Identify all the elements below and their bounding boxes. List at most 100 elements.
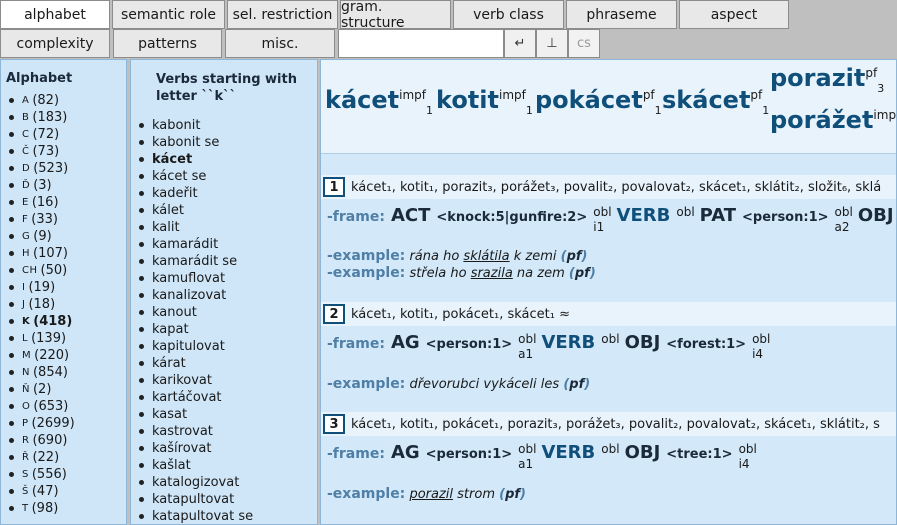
bullet-icon (9, 251, 14, 256)
alphabet-item[interactable]: M (220) (9, 347, 126, 364)
frame-number[interactable]: 2 (323, 304, 345, 324)
alphabet-count: (18) (28, 297, 56, 312)
headword[interactable]: skácetpf1 (662, 86, 769, 117)
alphabet-letter: I (22, 282, 26, 293)
tab-alphabet[interactable]: alphabet (0, 0, 110, 29)
example-line: -example: porazil strom (pf) (327, 486, 526, 502)
enter-button[interactable]: ↵ (504, 29, 536, 58)
alphabet-item[interactable]: O (653) (9, 398, 126, 415)
alphabet-count: (72) (32, 127, 60, 142)
tab-verb-class[interactable]: verb class (453, 0, 564, 29)
verb-item[interactable]: karikovat (139, 372, 317, 389)
verb-item[interactable]: kašírovat (139, 440, 317, 457)
alphabet-item[interactable]: D (523) (9, 160, 126, 177)
alphabet-item[interactable]: B (183) (9, 109, 126, 126)
alphabet-count: (82) (32, 93, 60, 108)
case-sensitive-button[interactable]: cs (568, 29, 600, 58)
alphabet-item[interactable]: F (33) (9, 211, 126, 228)
tab-patterns[interactable]: patterns (113, 29, 222, 58)
verb-label: kárat (152, 356, 186, 371)
verb-item[interactable]: kácet se (139, 168, 317, 185)
bullet-icon (9, 285, 14, 290)
alphabet-item[interactable]: I (19) (9, 279, 126, 296)
alphabet-item[interactable]: N (854) (9, 364, 126, 381)
alphabet-item[interactable]: Š (47) (9, 483, 126, 500)
alphabet-item[interactable]: C (72) (9, 126, 126, 143)
alphabet-item[interactable]: Ď (3) (9, 177, 126, 194)
verb-item[interactable]: kárat (139, 355, 317, 372)
verb-item[interactable]: katalogizovat (139, 474, 317, 491)
verb-item[interactable]: kapat (139, 321, 317, 338)
alphabet-item[interactable]: E (16) (9, 194, 126, 211)
alphabet-item[interactable]: L (139) (9, 330, 126, 347)
slot-annotation: obl a1 (518, 442, 537, 471)
verb-item[interactable]: kamarádit (139, 236, 317, 253)
verb-item[interactable]: kastrovat (139, 423, 317, 440)
perpendicular-button[interactable]: ⊥ (536, 29, 568, 58)
headword[interactable]: pokácetpf1 (535, 86, 662, 117)
verb-item[interactable]: kamarádit se (139, 253, 317, 270)
headword[interactable]: kácetimpf1 (325, 86, 433, 117)
verb-item[interactable]: kašlat (139, 457, 317, 474)
headword[interactable]: porazitpf3 (770, 64, 884, 95)
verb-item[interactable]: kabonit se (139, 134, 317, 151)
tab-misc[interactable]: misc. (225, 29, 335, 58)
alphabet-item[interactable]: S (556) (9, 466, 126, 483)
alphabet-letter: D (22, 163, 31, 174)
frame-number[interactable]: 1 (323, 177, 345, 197)
alphabet-item[interactable]: T (98) (9, 500, 126, 517)
tab-sel-restriction[interactable]: sel. restriction (227, 0, 338, 29)
alphabet-count: (19) (28, 280, 56, 295)
alphabet-count: (98) (31, 501, 59, 516)
verb-item[interactable]: kabonit (139, 117, 317, 134)
tab-semantic-role[interactable]: semantic role (112, 0, 225, 29)
alphabet-letter: Ď (22, 180, 31, 191)
example-text: dřevorubci vykáceli les (pf) (409, 377, 591, 392)
verb-item[interactable]: kalit (139, 219, 317, 236)
alphabet-count: (73) (32, 144, 60, 159)
bullet-icon (139, 463, 144, 468)
verb-item[interactable]: kadeřit (139, 185, 317, 202)
alphabet-item[interactable]: R (690) (9, 432, 126, 449)
slot-annotation: obl i1 (593, 205, 612, 234)
alphabet-item[interactable]: G (9) (9, 228, 126, 245)
alphabet-item[interactable]: Ň (2) (9, 381, 126, 398)
verb-item[interactable]: katapultovat (139, 491, 317, 508)
alphabet-item[interactable]: J (18) (9, 296, 126, 313)
verb-item[interactable]: kasat (139, 406, 317, 423)
alphabet-item[interactable]: K (418) (9, 313, 126, 330)
verb-label: kanout (152, 305, 197, 320)
alphabet-item[interactable]: Č (73) (9, 143, 126, 160)
search-input[interactable] (338, 29, 504, 58)
headword[interactable]: porážetimp3 (770, 106, 896, 137)
example-label: -example: (327, 486, 406, 502)
verb-item[interactable]: kanalizovat (139, 287, 317, 304)
frame-line: -frame: AG <person:1> obl a1 VERB obl OBJ… (327, 442, 762, 472)
example-text: porazil strom (pf) (409, 487, 526, 502)
alphabet-count: (139) (31, 331, 67, 346)
verb-label: kálet (152, 203, 184, 218)
tab-gram-structure[interactable]: gram. structure (340, 0, 451, 31)
alphabet-item[interactable]: CH (50) (9, 262, 126, 279)
tab-complexity[interactable]: complexity (0, 29, 110, 58)
headword[interactable]: kotitimpf1 (436, 86, 533, 117)
alphabet-item[interactable]: Ř (22) (9, 449, 126, 466)
alphabet-count: (418) (33, 314, 73, 329)
verb-item[interactable]: katapultovat se (139, 508, 317, 524)
verb-item[interactable]: kálet (139, 202, 317, 219)
bullet-icon (9, 489, 14, 494)
tab-phraseme[interactable]: phraseme (566, 0, 677, 29)
verb-item[interactable]: kamuflovat (139, 270, 317, 287)
bullet-icon (139, 514, 144, 519)
alphabet-item[interactable]: A (82) (9, 92, 126, 109)
tab-aspect[interactable]: aspect (679, 0, 789, 29)
frame-number[interactable]: 3 (323, 414, 345, 434)
bullet-icon (139, 259, 144, 264)
verb-item[interactable]: kanout (139, 304, 317, 321)
alphabet-item[interactable]: H (107) (9, 245, 126, 262)
verb-item[interactable]: kapitulovat (139, 338, 317, 355)
verb-item[interactable]: kartáčovat (139, 389, 317, 406)
verb-item[interactable]: kácet (139, 151, 317, 168)
verbs-title: Verbs starting with letter ``k`` (156, 72, 297, 104)
alphabet-item[interactable]: P (2699) (9, 415, 126, 432)
